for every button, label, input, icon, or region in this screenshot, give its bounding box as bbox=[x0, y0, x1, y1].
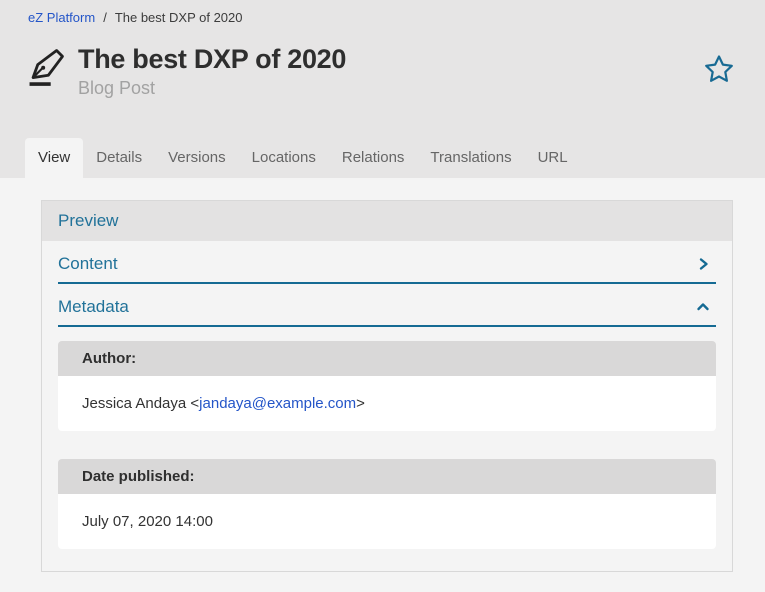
author-field-label: Author: bbox=[58, 341, 716, 376]
tab-bar: View Details Versions Locations Relation… bbox=[25, 138, 581, 178]
chevron-up-icon bbox=[696, 300, 710, 314]
star-outline-icon bbox=[703, 73, 735, 88]
date-published-field: Date published: July 07, 2020 14:00 bbox=[58, 459, 716, 549]
breadcrumb: eZ Platform / The best DXP of 2020 bbox=[0, 0, 765, 25]
tab-translations[interactable]: Translations bbox=[417, 138, 524, 178]
author-email-link[interactable]: jandaya@example.com bbox=[199, 395, 356, 412]
metadata-section-label: Metadata bbox=[58, 297, 129, 317]
metadata-body: Author: Jessica Andaya <jandaya@example.… bbox=[58, 327, 716, 549]
author-suffix-text: > bbox=[356, 395, 365, 412]
tab-relations[interactable]: Relations bbox=[329, 138, 418, 178]
breadcrumb-home-link[interactable]: eZ Platform bbox=[28, 10, 95, 25]
content-section-label: Content bbox=[58, 254, 118, 274]
breadcrumb-current: The best DXP of 2020 bbox=[115, 10, 243, 25]
breadcrumb-separator: / bbox=[103, 10, 107, 25]
content-section-toggle[interactable]: Content bbox=[58, 241, 716, 284]
author-field-value: Jessica Andaya <jandaya@example.com> bbox=[58, 376, 716, 431]
tab-view[interactable]: View bbox=[25, 138, 83, 178]
preview-section-header: Preview bbox=[42, 201, 732, 241]
date-published-field-value: July 07, 2020 14:00 bbox=[58, 494, 716, 549]
author-field: Author: Jessica Andaya <jandaya@example.… bbox=[58, 341, 716, 431]
tab-details[interactable]: Details bbox=[83, 138, 155, 178]
pen-edit-icon bbox=[26, 47, 66, 92]
page-header: eZ Platform / The best DXP of 2020 The bes… bbox=[0, 0, 765, 178]
date-published-field-label: Date published: bbox=[58, 459, 716, 494]
chevron-right-icon bbox=[696, 257, 710, 271]
tab-content-area: Preview Content Metadata bbox=[0, 178, 765, 572]
page-title: The best DXP of 2020 bbox=[78, 45, 703, 75]
bookmark-button[interactable] bbox=[703, 53, 735, 88]
content-type-label: Blog Post bbox=[78, 78, 703, 99]
tab-versions[interactable]: Versions bbox=[155, 138, 239, 178]
title-block: The best DXP of 2020 Blog Post bbox=[78, 45, 703, 99]
title-row: The best DXP of 2020 Blog Post bbox=[0, 25, 765, 99]
tab-url[interactable]: URL bbox=[525, 138, 581, 178]
sections-wrapper: Content Metadata Author: bbox=[42, 241, 732, 571]
metadata-section-toggle[interactable]: Metadata bbox=[58, 284, 716, 327]
author-name-text: Jessica Andaya < bbox=[82, 395, 199, 412]
tab-locations[interactable]: Locations bbox=[239, 138, 329, 178]
view-container: Preview Content Metadata bbox=[41, 200, 733, 572]
